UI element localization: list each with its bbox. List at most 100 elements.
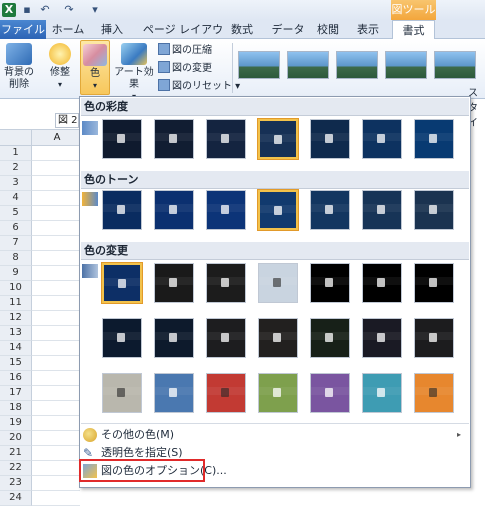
tab-formulas[interactable]: 数式 — [226, 20, 258, 39]
row-header-6[interactable]: 6 — [0, 221, 32, 236]
row-header-5[interactable]: 5 — [0, 206, 32, 221]
select-all-corner[interactable] — [0, 130, 32, 146]
row-header-16[interactable]: 16 — [0, 371, 32, 386]
picture-tools-context-label: 図ツール — [391, 0, 436, 20]
more-colors-menu-item[interactable]: その他の色(M) ▸ — [80, 425, 470, 445]
row-header-22[interactable]: 22 — [0, 461, 32, 476]
row-header-21[interactable]: 21 — [0, 446, 32, 461]
saturation-swatch-6[interactable] — [362, 119, 402, 159]
row-header-17[interactable]: 17 — [0, 386, 32, 401]
tone-swatch-6[interactable] — [362, 190, 402, 230]
tone-swatch-3[interactable] — [206, 190, 246, 230]
recolor-row1-swatch-5[interactable] — [310, 263, 350, 303]
grid-line — [32, 400, 80, 401]
color-button[interactable]: 色 ▾ — [80, 40, 110, 95]
recolor-row1-swatch-4[interactable] — [258, 263, 298, 303]
row-header-24[interactable]: 24 — [0, 491, 32, 506]
reset-picture-button[interactable]: 図のリセット ▾ — [158, 79, 240, 93]
tone-swatch-2[interactable] — [154, 190, 194, 230]
tone-swatch-5[interactable] — [310, 190, 350, 230]
picture-style-3[interactable] — [336, 51, 378, 79]
swatch-document-mark — [273, 388, 281, 397]
row-header-13[interactable]: 13 — [0, 326, 32, 341]
tab-review[interactable]: 校閲 — [312, 20, 344, 39]
qat-menu-icon[interactable]: ▾ — [88, 3, 102, 17]
recolor-row3-swatch-2[interactable] — [154, 373, 194, 413]
tab-view[interactable]: 表示 — [352, 20, 384, 39]
row-header-23[interactable]: 23 — [0, 476, 32, 491]
saturation-swatch-1[interactable] — [102, 119, 142, 159]
recolor-row1-swatch-7[interactable] — [414, 263, 454, 303]
artistic-effects-label: アート効果 — [114, 67, 154, 90]
recolor-row1-swatch-2[interactable] — [154, 263, 194, 303]
recolor-row3-swatch-4[interactable] — [258, 373, 298, 413]
swatch-document-mark — [221, 278, 229, 287]
row-header-10[interactable]: 10 — [0, 281, 32, 296]
picture-style-1[interactable] — [238, 51, 280, 79]
tab-insert[interactable]: 挿入 — [92, 20, 132, 39]
remove-background-button[interactable]: 背景の 削除 — [2, 43, 36, 91]
saturation-swatch-2[interactable] — [154, 119, 194, 159]
corrections-button[interactable]: 修整 ▾ — [44, 43, 76, 91]
row-header-9[interactable]: 9 — [0, 266, 32, 281]
tab-page-layout[interactable]: ページ レイアウト — [138, 20, 228, 55]
save-icon[interactable]: ▪ — [20, 3, 34, 17]
row-header-2[interactable]: 2 — [0, 161, 32, 176]
recolor-row2-swatch-6[interactable] — [362, 318, 402, 358]
picture-style-2[interactable] — [287, 51, 329, 79]
recolor-row3-swatch-6[interactable] — [362, 373, 402, 413]
saturation-swatch-7[interactable] — [414, 119, 454, 159]
column-header-a[interactable]: A — [34, 130, 80, 146]
saturation-swatch-5[interactable] — [310, 119, 350, 159]
recolor-row3-swatch-5[interactable] — [310, 373, 350, 413]
recolor-row2-swatch-5[interactable] — [310, 318, 350, 358]
recolor-row2-swatch-3[interactable] — [206, 318, 246, 358]
recolor-row3-swatch-7[interactable] — [414, 373, 454, 413]
row-header-4[interactable]: 4 — [0, 191, 32, 206]
picture-style-4[interactable] — [385, 51, 427, 79]
row-header-20[interactable]: 20 — [0, 431, 32, 446]
recolor-row2-swatch-7[interactable] — [414, 318, 454, 358]
artistic-effects-button[interactable]: アート効果 ▾ — [112, 43, 156, 103]
recolor-row1-swatch-6[interactable] — [362, 263, 402, 303]
recolor-row2-swatch-4[interactable] — [258, 318, 298, 358]
ribbon-divider — [232, 43, 233, 93]
color-label: 色 — [90, 68, 100, 79]
swatch-document-mark — [273, 333, 281, 342]
row-header-15[interactable]: 15 — [0, 356, 32, 371]
recolor-row3-swatch-3[interactable] — [206, 373, 246, 413]
tone-swatch-7[interactable] — [414, 190, 454, 230]
row-header-7[interactable]: 7 — [0, 236, 32, 251]
tab-data[interactable]: データ — [268, 20, 308, 39]
row-header-14[interactable]: 14 — [0, 341, 32, 356]
tab-file[interactable]: ファイル — [0, 20, 46, 39]
tone-swatch-1[interactable] — [102, 190, 142, 230]
tab-format[interactable]: 書式 — [392, 20, 435, 40]
change-picture-button[interactable]: 図の変更 — [158, 61, 212, 75]
recolor-row2-swatch-1[interactable] — [102, 318, 142, 358]
redo-icon[interactable]: ↷ — [62, 3, 76, 17]
row-header-12[interactable]: 12 — [0, 311, 32, 326]
remove-background-icon — [6, 43, 32, 65]
swatch-document-mark — [169, 388, 177, 397]
row-header-11[interactable]: 11 — [0, 296, 32, 311]
tone-swatch-4[interactable] — [257, 189, 299, 231]
tab-home[interactable]: ホーム — [48, 20, 88, 39]
row-header-8[interactable]: 8 — [0, 251, 32, 266]
row-header-1[interactable]: 1 — [0, 146, 32, 161]
row-header-19[interactable]: 19 — [0, 416, 32, 431]
recolor-row3-swatch-1[interactable] — [102, 373, 142, 413]
saturation-swatch-4[interactable] — [257, 118, 299, 160]
recolor-row2-swatch-2[interactable] — [154, 318, 194, 358]
palette-icon — [83, 428, 97, 442]
name-box[interactable]: 図 2 — [55, 113, 79, 128]
row-header-18[interactable]: 18 — [0, 401, 32, 416]
compress-pictures-button[interactable]: 図の圧縮 — [158, 43, 212, 57]
grid-line — [32, 265, 80, 266]
picture-style-5[interactable] — [434, 51, 476, 79]
undo-icon[interactable]: ↶ — [38, 3, 52, 17]
row-header-3[interactable]: 3 — [0, 176, 32, 191]
recolor-row1-swatch-1[interactable] — [101, 262, 143, 304]
saturation-swatch-3[interactable] — [206, 119, 246, 159]
recolor-row1-swatch-3[interactable] — [206, 263, 246, 303]
